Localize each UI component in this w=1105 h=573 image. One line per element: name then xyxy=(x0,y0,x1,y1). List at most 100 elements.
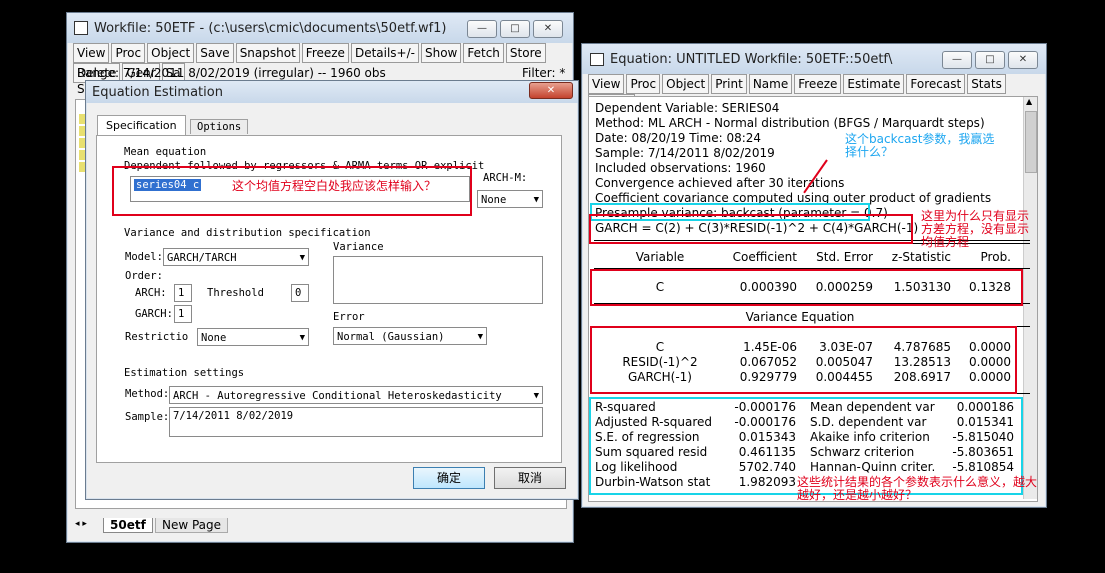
eq-freeze-button[interactable]: Freeze xyxy=(794,74,842,94)
error-label: Error xyxy=(333,311,365,323)
mean-coef-highlight xyxy=(590,269,1023,306)
ok-button[interactable]: 确定 xyxy=(413,467,485,489)
workfile-sample-label: S xyxy=(77,82,85,96)
equation-toolbar: View Proc Object Print Name Freeze Estimate For… xyxy=(588,74,1040,114)
workfile-title: Workfile: 50ETF - (c:\users\cmic\documen… xyxy=(94,21,447,36)
dialog-close-icon[interactable]: ✕ xyxy=(529,82,573,99)
arch-m-select-value: None xyxy=(481,194,507,206)
chevron-down-icon: ▼ xyxy=(533,195,539,205)
chevron-down-icon: ▼ xyxy=(533,391,539,401)
dialog-title: Equation Estimation xyxy=(92,85,223,100)
restriction-select[interactable]: None ▼ xyxy=(197,328,309,346)
maximize-icon[interactable]: □ xyxy=(975,51,1005,69)
estimation-settings-label: Estimation settings xyxy=(124,367,245,379)
column-header: Std. Error xyxy=(816,250,873,264)
header-line: Date: 08/20/19 Time: 08:24 xyxy=(595,131,762,145)
wf-proc-button[interactable]: Proc xyxy=(111,43,146,63)
threshold-input[interactable]: 0 xyxy=(291,284,309,302)
arch-m-label: ARCH-M: xyxy=(483,172,528,184)
method-select[interactable]: ARCH - Autoregressive Conditional Hetero… xyxy=(169,386,543,404)
eq-print-button[interactable]: Print xyxy=(711,74,747,94)
variance-equation-heading: Variance Equation xyxy=(745,310,855,324)
chevron-down-icon: ▼ xyxy=(299,333,305,343)
scroll-thumb[interactable] xyxy=(1025,111,1037,173)
model-select[interactable]: GARCH/TARCH ▼ xyxy=(163,248,309,266)
minimize-icon[interactable]: — xyxy=(467,20,497,38)
stats-meaning-note: 这些统计结果的各个参数表示什么意义，越大越好，还是越小越好？ xyxy=(797,475,1038,502)
equation-icon xyxy=(590,53,604,66)
wf-details-button[interactable]: Details+/- xyxy=(350,43,419,63)
header-line: Sample: 7/14/2011 8/02/2019 xyxy=(595,146,775,160)
variance-input[interactable] xyxy=(333,256,543,304)
garch-order-label: GARCH: xyxy=(135,308,173,320)
error-select[interactable]: Normal (Gaussian) ▼ xyxy=(333,327,487,345)
tab-specification[interactable]: Specification xyxy=(97,115,186,135)
tab-scroll-icon[interactable]: ◂ ▸ xyxy=(75,519,87,529)
wf-snapshot-button[interactable]: Snapshot xyxy=(235,43,300,63)
scrollbar[interactable]: ▲ xyxy=(1023,97,1037,499)
model-select-value: GARCH/TARCH xyxy=(167,252,237,264)
header-line: Dependent Variable: SERIES04 xyxy=(595,101,780,115)
wf-view-button[interactable]: View xyxy=(73,43,110,63)
eq-stats-button[interactable]: Stats xyxy=(967,74,1006,94)
workfile-toolbar: View Proc Object Save Snapshot Freeze Details+… xyxy=(73,43,567,83)
threshold-label: Threshold xyxy=(207,287,264,299)
wf-freeze-button[interactable]: Freeze xyxy=(301,43,349,63)
workfile-titlebar[interactable]: Workfile: 50ETF - (c:\users\cmic\documen… xyxy=(67,13,573,43)
eq-name-button[interactable]: Name xyxy=(748,74,793,94)
close-icon[interactable]: ✕ xyxy=(1008,51,1038,69)
restriction-select-value: None xyxy=(201,332,227,344)
workfile-icon xyxy=(74,21,88,35)
eq-view-button[interactable]: View xyxy=(588,74,625,94)
eq-estimate-button[interactable]: Estimate xyxy=(843,74,905,94)
method-label: Method: xyxy=(125,388,170,400)
eq-object-button[interactable]: Object xyxy=(662,74,710,94)
wf-store-button[interactable]: Store xyxy=(505,43,546,63)
equation-titlebar[interactable]: Equation: UNTITLED Workfile: 50ETF::50et… xyxy=(582,44,1046,74)
eq-proc-button[interactable]: Proc xyxy=(626,74,661,94)
column-header: z-Statistic xyxy=(891,250,951,264)
garch-formula-highlight xyxy=(589,214,913,244)
garch-order-input[interactable]: 1 xyxy=(174,305,192,323)
variance-coef-highlight xyxy=(590,326,1017,394)
tab-50etf[interactable]: 50etf xyxy=(103,518,153,533)
eq-forecast-button[interactable]: Forecast xyxy=(906,74,966,94)
variance-spec-label: Variance and distribution specification xyxy=(124,227,371,239)
header-line: Included observations: 1960 xyxy=(595,161,766,175)
restriction-label: Restrictio xyxy=(125,331,189,343)
wf-show-button[interactable]: Show xyxy=(420,43,462,63)
maximize-icon[interactable]: □ xyxy=(500,20,530,38)
mean-equation-label: Mean equation xyxy=(124,146,207,158)
page-tabs: ◂ ▸ 50etf New Page xyxy=(73,518,563,536)
column-header: Prob. xyxy=(980,250,1011,264)
close-icon[interactable]: ✕ xyxy=(533,20,563,38)
wf-save-button[interactable]: Save xyxy=(196,43,234,63)
sample-label: Sample: xyxy=(125,411,170,423)
variance-only-note: 这里为什么只有显示方差方程，没有显示均值方程 xyxy=(921,209,1030,249)
cancel-button[interactable]: 取消 xyxy=(494,467,566,489)
workfile-range: Range: 7/14/2011 8/02/2019 (irregular) -… xyxy=(77,66,386,80)
column-header: Coefficient xyxy=(732,250,797,264)
minimize-icon[interactable]: — xyxy=(942,51,972,69)
tab-options[interactable]: Options xyxy=(190,119,249,134)
wf-object-button[interactable]: Object xyxy=(147,43,195,63)
workfile-filter: Filter: * xyxy=(522,66,566,80)
variance-label: Variance xyxy=(333,241,384,253)
equation-title: Equation: UNTITLED Workfile: 50ETF::50et… xyxy=(610,52,893,67)
tab-new-page[interactable]: New Page xyxy=(155,518,229,533)
scroll-up-icon[interactable]: ▲ xyxy=(1026,97,1032,106)
dialog-titlebar[interactable]: Equation Estimation ✕ xyxy=(86,81,578,103)
arch-order-label: ARCH: xyxy=(135,287,167,299)
chevron-down-icon: ▼ xyxy=(477,332,483,342)
mean-equation-note: 这个均值方程空白处我应该怎样输入？ xyxy=(232,179,437,193)
arch-order-input[interactable]: 1 xyxy=(174,284,192,302)
wf-fetch-button[interactable]: Fetch xyxy=(463,43,504,63)
sample-input[interactable]: 7/14/2011 8/02/2019 xyxy=(169,407,543,437)
error-select-value: Normal (Gaussian) xyxy=(337,331,445,343)
chevron-down-icon: ▼ xyxy=(299,253,305,263)
order-label: Order: xyxy=(125,270,163,282)
backcast-note: 这个backcast参数，我赢选择什么？ xyxy=(845,132,995,159)
arch-m-select[interactable]: None ▼ xyxy=(477,190,543,208)
model-label: Model: xyxy=(125,251,163,263)
header-line: Method: ML ARCH - Normal distribution (B… xyxy=(595,116,985,130)
